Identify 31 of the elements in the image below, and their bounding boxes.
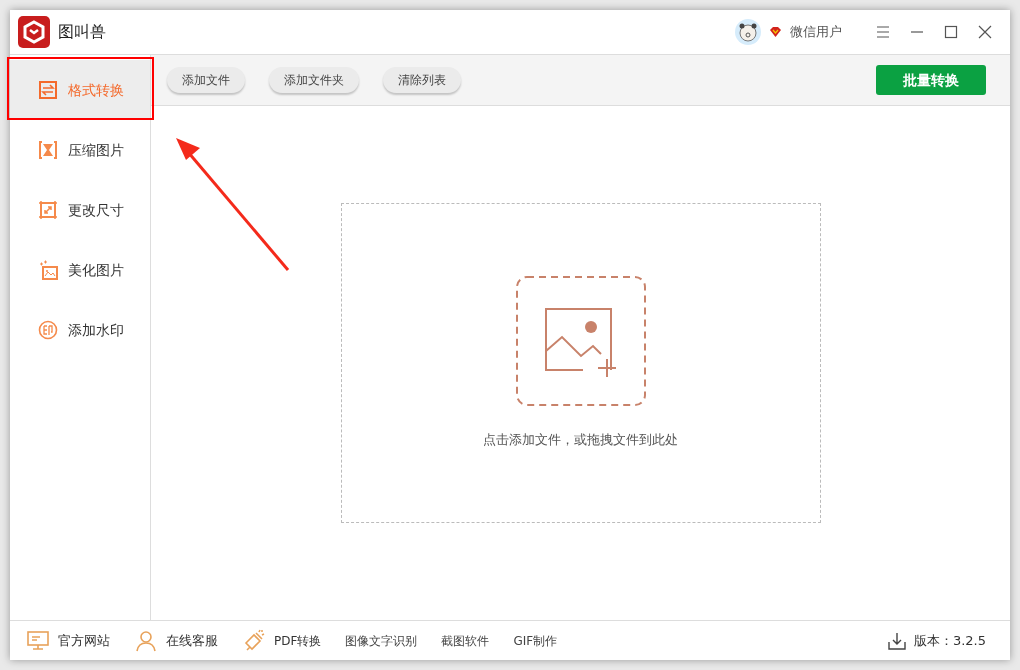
sparkle-picture-icon [38,260,58,280]
toolbar-button[interactable]: 添加文件 [167,67,245,93]
app-logo-icon [18,16,50,48]
drop-hint: 点击添加文件，或拖拽文件到此处 [483,431,678,450]
diamond-icon [769,26,782,38]
convert-arrows-icon [38,80,58,100]
footer-link[interactable]: 在线客服 [134,628,218,653]
resize-frame-icon [38,200,58,220]
sidebar-item[interactable]: 美化图片 [10,240,150,300]
drop-zone[interactable]: 点击添加文件，或拖拽文件到此处 [340,203,821,523]
footer-link[interactable]: PDF转换 [242,628,322,653]
sidebar-item[interactable]: 压缩图片 [10,120,150,180]
sidebar-item[interactable]: 更改尺寸 [10,180,150,240]
toolbar-button[interactable]: 添加文件夹 [269,67,359,93]
hourglass-frame-icon [38,140,58,160]
person-icon [134,628,158,653]
window-title: 图叫兽 [58,21,106,43]
footer-link[interactable]: 官方网站 [26,628,110,653]
add-image-icon[interactable] [515,276,646,407]
footer-link[interactable]: GIF制作 [513,631,558,650]
toolbar-button[interactable]: 清除列表 [383,67,461,93]
version-label: 版本：3.2.5 [913,631,986,650]
monitor-icon [26,628,50,653]
close-icon[interactable] [976,23,994,41]
footer-link[interactable]: 截图软件 [441,631,490,650]
footer-link[interactable]: 图像文字识别 [345,631,418,650]
download-icon[interactable] [887,631,906,650]
sidebar-item[interactable]: 添加水印 [10,300,150,360]
maximize-icon[interactable] [942,23,960,41]
avatar-icon[interactable] [735,19,761,45]
user-name[interactable]: 微信用户 [790,22,842,42]
